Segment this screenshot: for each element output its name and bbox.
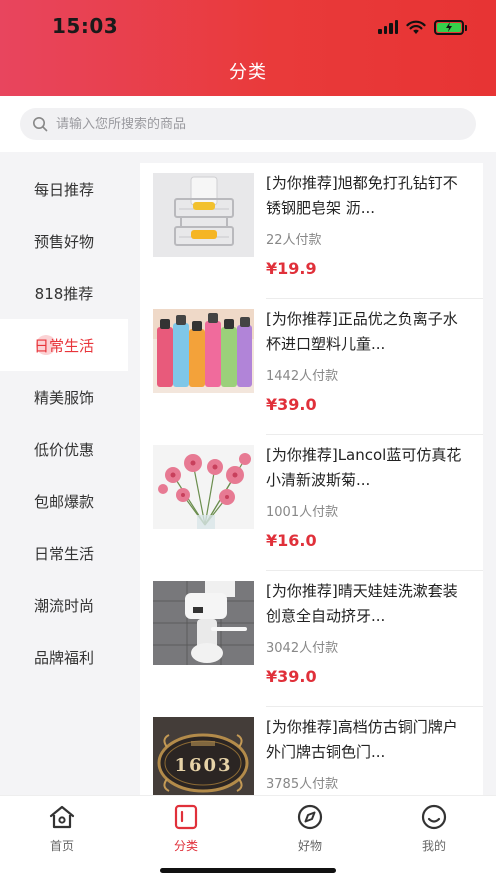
product-sold-count: 22人付款 — [266, 233, 322, 248]
tab-label: 分类 — [173, 839, 198, 853]
product-image — [153, 309, 254, 393]
product-image: 1603 — [153, 717, 254, 795]
tab-home[interactable]: 首页 — [22, 804, 102, 854]
sidebar-item-free-shipping[interactable]: 包邮爆款 — [0, 475, 128, 527]
search-box[interactable] — [20, 108, 476, 140]
home-indicator — [160, 868, 336, 873]
sidebar-item-label: 818推荐 — [34, 284, 94, 303]
product-image — [153, 581, 254, 665]
tab-label: 好物 — [297, 839, 322, 853]
tab-mine[interactable]: 我的 — [394, 804, 474, 854]
product-title: [为你推荐]高档仿古铜门牌户外门牌古铜色门... — [266, 718, 458, 761]
page-title: 分类 — [229, 62, 267, 83]
sidebar-item-daily-picks[interactable]: 每日推荐 — [0, 163, 128, 215]
product-card[interactable]: [为你推荐]正品优之负离子水杯进口塑料儿童... 1442人付款 ¥39.0 — [140, 299, 483, 435]
product-price: ¥39.0 — [266, 667, 317, 686]
product-sold-count: 3042人付款 — [266, 641, 339, 656]
sidebar-item-daily-life-active[interactable]: 日常生活 — [0, 319, 128, 371]
product-sold-count: 1001人付款 — [266, 505, 339, 520]
product-title: [为你推荐]Lancol蓝可仿真花小清新波斯菊... — [266, 446, 462, 489]
battery-icon — [434, 19, 467, 35]
product-price: ¥19.9 — [266, 259, 317, 278]
status-icons — [378, 18, 467, 36]
product-price: ¥39.0 — [266, 395, 317, 414]
sidebar-item-label: 包邮爆款 — [33, 492, 94, 511]
product-card[interactable]: [为你推荐]Lancol蓝可仿真花小清新波斯菊... 1001人付款 ¥16.0 — [140, 435, 483, 571]
status-bar: 15:03 — [0, 0, 496, 54]
sidebar-item-label: 低价优惠 — [33, 440, 94, 459]
doorplate-number: 1603 — [174, 755, 233, 776]
category-sidebar: 每日推荐 预售好物 818推荐 日常生活 精美服饰 低价优惠 包邮爆款 日常生活… — [0, 163, 128, 683]
sidebar-item-label: 预售好物 — [33, 232, 94, 251]
sidebar-item-brand-benefits[interactable]: 品牌福利 — [0, 631, 128, 683]
search-icon — [33, 117, 48, 132]
sidebar-item-label: 精美服饰 — [33, 388, 94, 407]
status-time: 15:03 — [52, 14, 119, 38]
product-card[interactable]: [为你推荐]晴天娃娃洗漱套装创意全自动挤牙... 3042人付款 ¥39.0 — [140, 571, 483, 707]
product-title: [为你推荐]正品优之负离子水杯进口塑料儿童... — [266, 310, 458, 353]
tab-label: 首页 — [49, 839, 74, 853]
search-area — [0, 96, 496, 152]
product-price: ¥16.0 — [266, 531, 317, 550]
product-list: [为你推荐]旭都免打孔钻钉不锈钢肥皂架 沥... 22人付款 ¥19.9 [为你… — [140, 163, 483, 795]
sidebar-item-presale[interactable]: 预售好物 — [0, 215, 128, 267]
sidebar-item-label: 品牌福利 — [33, 648, 94, 667]
wifi-icon — [406, 20, 426, 34]
sidebar-item-daily-life[interactable]: 日常生活 — [0, 527, 128, 579]
signal-icon — [378, 20, 398, 34]
sidebar-item-label: 日常生活 — [33, 336, 94, 355]
compass-icon — [297, 804, 323, 830]
category-icon — [174, 804, 198, 830]
sidebar-item-discounts[interactable]: 低价优惠 — [0, 423, 128, 475]
product-card[interactable]: 1603 [为你推荐]高档仿古铜门牌户外门牌古铜色门... 3785人付款 — [140, 707, 483, 795]
search-input[interactable] — [56, 116, 456, 132]
product-title: [为你推荐]旭都免打孔钻钉不锈钢肥皂架 沥... — [266, 174, 458, 217]
tab-goods[interactable]: 好物 — [270, 804, 350, 854]
sidebar-item-label: 潮流时尚 — [33, 596, 94, 615]
product-image — [153, 445, 254, 529]
sidebar-item-apparel[interactable]: 精美服饰 — [0, 371, 128, 423]
product-sold-count: 1442人付款 — [266, 369, 339, 384]
home-icon — [49, 805, 75, 829]
header: 15:03 分类 — [0, 0, 496, 96]
product-card[interactable]: [为你推荐]旭都免打孔钻钉不锈钢肥皂架 沥... 22人付款 ¥19.9 — [140, 163, 483, 299]
tab-label: 我的 — [421, 839, 446, 853]
sidebar-item-fashion[interactable]: 潮流时尚 — [0, 579, 128, 631]
tab-category[interactable]: 分类 — [146, 804, 226, 854]
sidebar-item-818[interactable]: 818推荐 — [0, 267, 128, 319]
product-title: [为你推荐]晴天娃娃洗漱套装创意全自动挤牙... — [266, 582, 458, 625]
sidebar-item-label: 每日推荐 — [33, 180, 94, 199]
smile-icon — [421, 804, 447, 830]
product-image — [153, 173, 254, 257]
product-sold-count: 3785人付款 — [266, 777, 339, 792]
sidebar-item-label: 日常生活 — [33, 544, 94, 563]
